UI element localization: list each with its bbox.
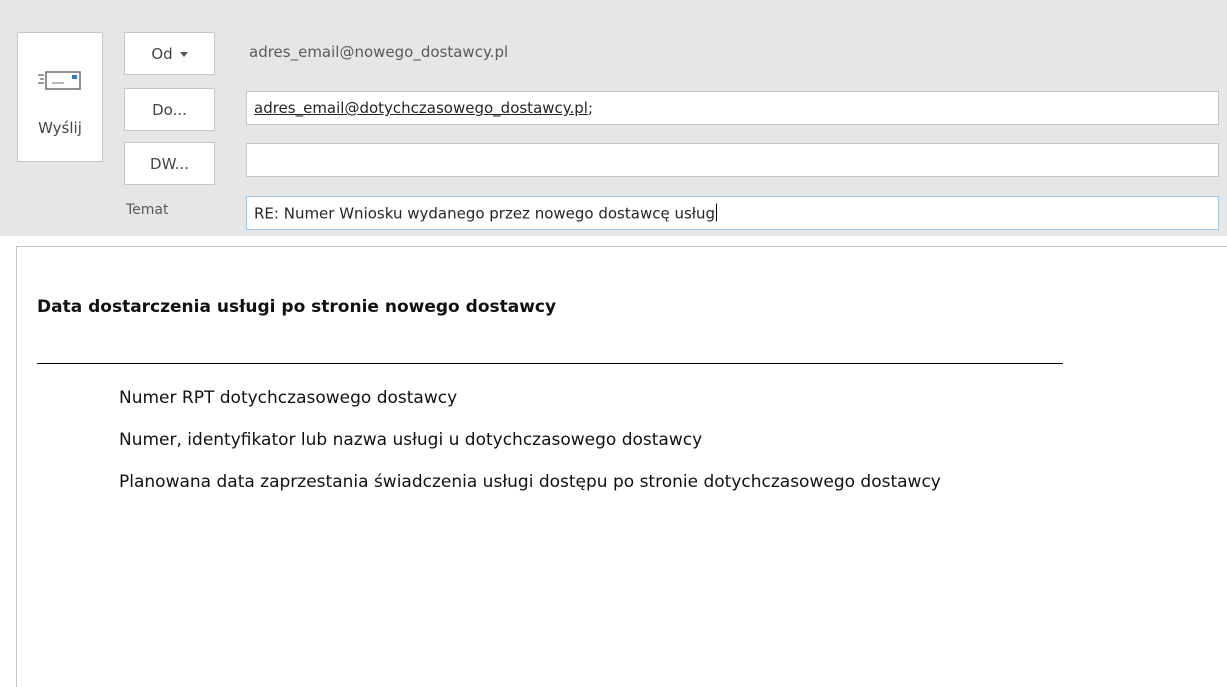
subject-field[interactable]: RE: Numer Wniosku wydanego przez nowego …: [246, 196, 1219, 230]
from-button[interactable]: Od: [124, 32, 215, 75]
to-button-label: Do...: [152, 100, 187, 119]
body-divider: [37, 363, 1063, 364]
cc-field[interactable]: [246, 143, 1219, 177]
to-separator: ;: [587, 99, 594, 117]
compose-header: Wyślij Od adres_email@nowego_dostawcy.pl…: [0, 0, 1227, 236]
body-line: Numer, identyfikator lub nazwa usługi u …: [119, 430, 703, 450]
body-line: Planowana data zaprzestania świadczenia …: [119, 472, 941, 492]
to-button[interactable]: Do...: [124, 88, 215, 131]
cc-button[interactable]: DW...: [124, 142, 215, 185]
cc-button-label: DW...: [150, 154, 189, 173]
from-address: adres_email@nowego_dostawcy.pl: [249, 43, 509, 61]
to-recipient[interactable]: adres_email@dotychczasowego_dostawcy.pl: [254, 99, 588, 117]
subject-label: Temat: [126, 202, 169, 218]
from-button-label: Od: [151, 44, 173, 63]
send-button[interactable]: Wyślij: [17, 32, 103, 162]
message-body[interactable]: Data dostarczenia usługi po stronie nowe…: [16, 246, 1227, 687]
send-label: Wyślij: [38, 119, 82, 137]
to-field[interactable]: adres_email@dotychczasowego_dostawcy.pl;: [246, 91, 1219, 125]
text-cursor: [716, 203, 718, 222]
body-line: Numer RPT dotychczasowego dostawcy: [119, 388, 458, 408]
envelope-send-icon: [38, 71, 81, 90]
chevron-down-icon: [179, 52, 188, 57]
body-heading: Data dostarczenia usługi po stronie nowe…: [37, 297, 557, 317]
subject-value: RE: Numer Wniosku wydanego przez nowego …: [254, 204, 716, 223]
